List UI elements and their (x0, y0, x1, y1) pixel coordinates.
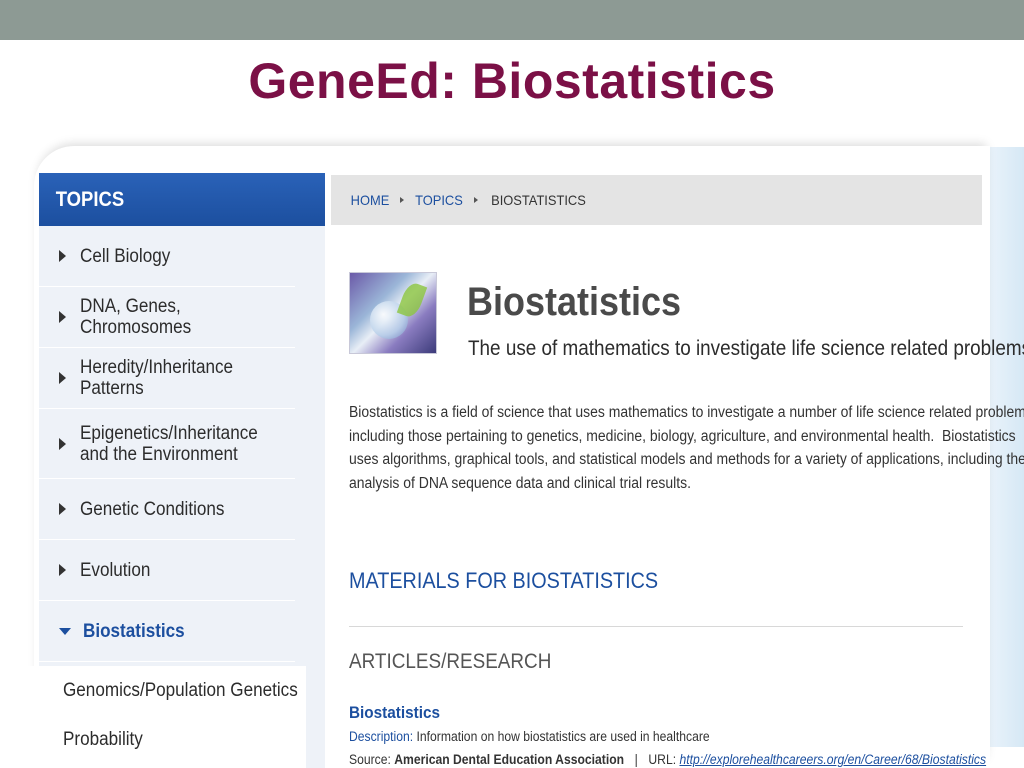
sidebar-item-biostatistics[interactable]: Biostatistics (39, 601, 295, 662)
caret-right-icon (59, 372, 66, 384)
slide-top-band (0, 0, 1024, 40)
biostatistics-hero-image (349, 272, 437, 354)
description-label: Description: (349, 729, 414, 744)
sidebar-item-evolution[interactable]: Evolution (39, 540, 295, 601)
intro-paragraph: Biostatistics is a field of science that… (349, 401, 1024, 495)
biostatistics-subtopics: Genomics/Population Genetics Probability (22, 666, 306, 768)
caret-right-icon (59, 311, 66, 323)
source-text: American Dental Education Association (394, 752, 625, 767)
sidebar-item-label: DNA, Genes, Chromosomes (80, 296, 192, 338)
slide-title: GeneEd: Biostatistics (248, 53, 776, 109)
article-title-link[interactable]: Biostatistics (349, 703, 440, 723)
articles-research-heading: ARTICLES/RESEARCH (349, 650, 552, 673)
sidebar-item-label: Heredity/Inheritance Patterns (80, 357, 234, 399)
url-label: URL: (648, 752, 677, 767)
sidebar-header: TOPICS (39, 173, 325, 226)
caret-down-icon (59, 627, 71, 635)
source-label: Source: (349, 752, 391, 767)
breadcrumb-separator-icon (400, 197, 404, 203)
sidebar-item-label: Genetic Conditions (80, 498, 225, 520)
breadcrumb-current: BIOSTATISTICS (490, 192, 586, 208)
intro-line: including those pertaining to genetics, … (349, 427, 1016, 445)
sidebar-item-genetic-conditions[interactable]: Genetic Conditions (39, 479, 295, 540)
sidebar-item-epigenetics[interactable]: Epigenetics/Inheritance and the Environm… (39, 409, 295, 479)
subtopic-probability[interactable]: Probability (63, 729, 143, 751)
materials-heading: MATERIALS FOR BIOSTATISTICS (349, 568, 659, 593)
article-source: Source: American Dental Education Associ… (349, 752, 986, 767)
breadcrumb-separator-icon (473, 197, 478, 203)
description-text: Information on how biostatistics are use… (416, 729, 710, 744)
sidebar-item-label: Biostatistics (83, 620, 185, 642)
breadcrumb-home-link[interactable]: HOME (351, 192, 390, 208)
caret-right-icon (59, 564, 66, 576)
source-separator: | (634, 752, 638, 767)
intro-line: Biostatistics is a field of science that… (349, 404, 1024, 421)
sidebar-item-cell-biology[interactable]: Cell Biology (39, 226, 295, 287)
article-description: Description: Information on how biostati… (349, 729, 710, 744)
sidebar-item-label: Epigenetics/Inheritance and the Environm… (80, 422, 258, 465)
breadcrumb: HOME TOPICS BIOSTATISTICS (331, 175, 982, 225)
topics-list: Cell Biology DNA, Genes, Chromosomes Her… (39, 226, 325, 662)
leaf-graphic (396, 280, 428, 320)
sidebar-item-dna-genes-chromosomes[interactable]: DNA, Genes, Chromosomes (39, 287, 295, 348)
caret-right-icon (59, 250, 66, 262)
page-title: Biostatistics (467, 280, 682, 324)
section-divider (349, 626, 963, 627)
breadcrumb-topics-link[interactable]: TOPICS (415, 192, 463, 208)
intro-line: uses algorithms, graphical tools, and st… (349, 451, 1024, 468)
caret-right-icon (59, 437, 66, 450)
slide-right-decoration (988, 147, 1024, 747)
sidebar-item-label: Cell Biology (80, 245, 171, 267)
sidebar-item-label: Evolution (80, 559, 151, 581)
sidebar-item-heredity[interactable]: Heredity/Inheritance Patterns (39, 348, 295, 409)
sidebar-header-label: TOPICS (39, 173, 325, 226)
intro-line: analysis of DNA sequence data and clinic… (349, 474, 691, 492)
article-url-link[interactable]: http://explorehealthcareers.org/en/Caree… (679, 752, 986, 767)
page-subtitle: The use of mathematics to investigate li… (468, 337, 1024, 360)
caret-right-icon (59, 503, 66, 515)
subtopic-genomics-population-genetics[interactable]: Genomics/Population Genetics (63, 680, 298, 702)
